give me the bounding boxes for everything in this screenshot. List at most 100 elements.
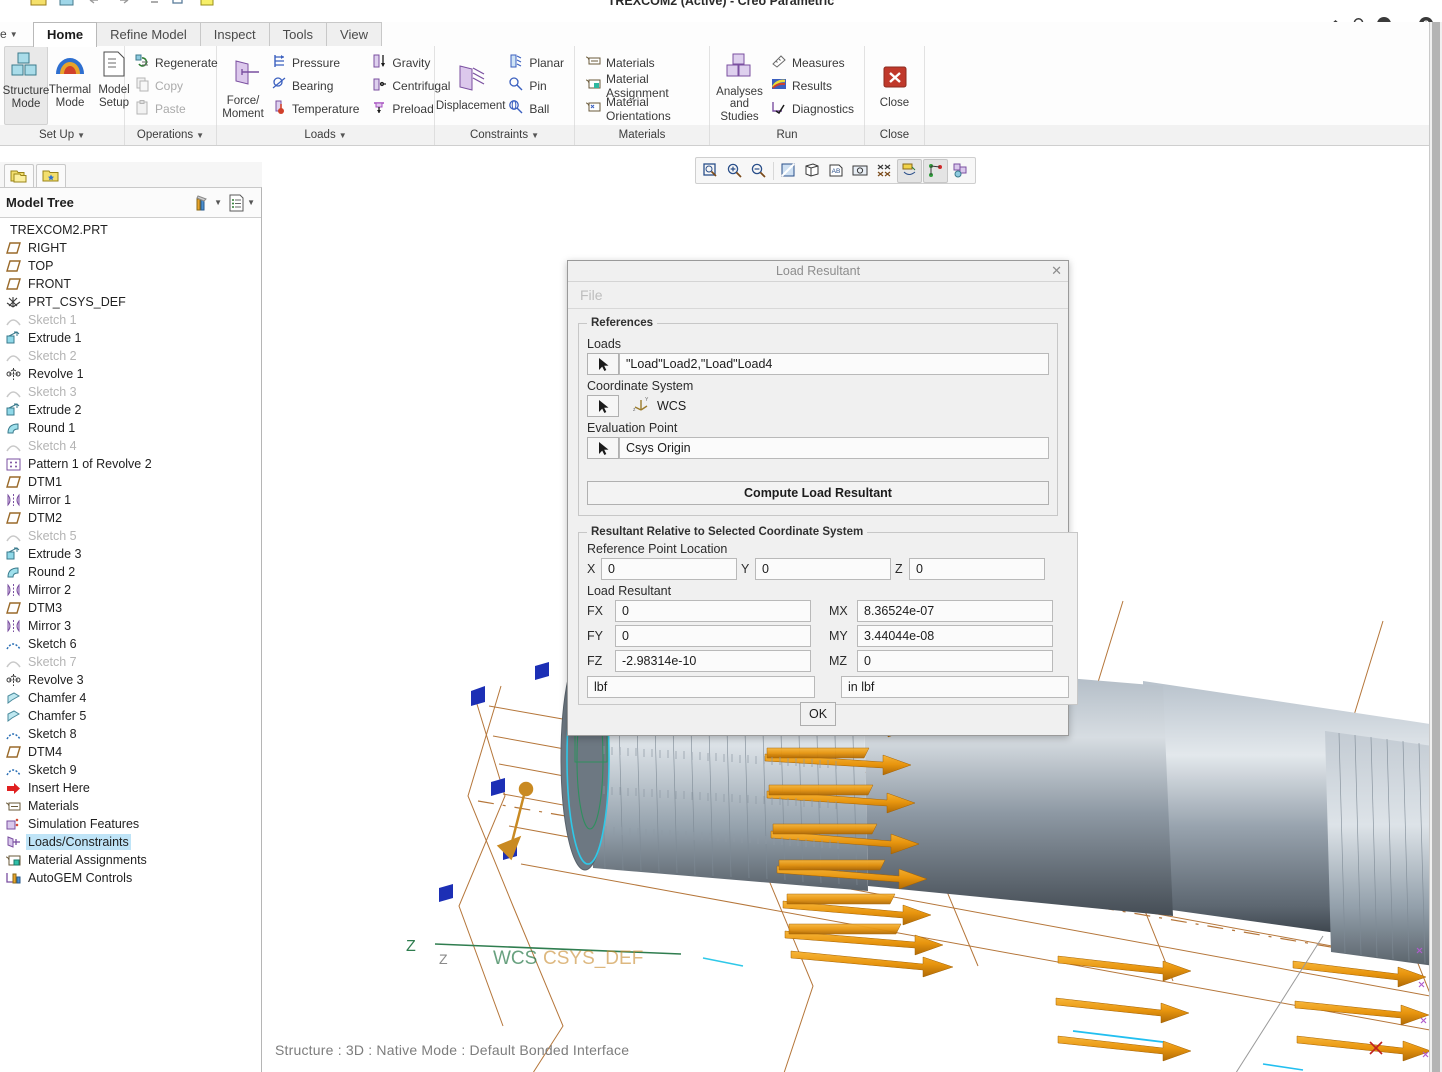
- model-tree-item-sketch-3[interactable]: Sketch 3: [4, 383, 261, 401]
- model-tree-item-round-2[interactable]: Round 2: [4, 563, 261, 581]
- copy-button[interactable]: Copy: [131, 74, 222, 97]
- redo-icon[interactable]: [114, 0, 132, 7]
- save-icon[interactable]: [58, 0, 76, 7]
- model-tree-item-round-1[interactable]: Round 1: [4, 419, 261, 437]
- folder-browser-tab[interactable]: [36, 164, 66, 187]
- ribbon-tab-tools[interactable]: Tools: [268, 22, 328, 46]
- thermal-mode-button[interactable]: Thermal Mode: [48, 46, 92, 125]
- bearing-button[interactable]: Bearing: [267, 74, 363, 97]
- model-tree-item-sketch-1[interactable]: Sketch 1: [4, 311, 261, 329]
- analyses-and-studies-button[interactable]: Analyses and Studies: [714, 46, 765, 125]
- undo-icon[interactable]: [86, 0, 104, 7]
- model-tree-item-revolve-3[interactable]: Revolve 3: [4, 671, 261, 689]
- model-tree-item-sketch-6[interactable]: Sketch 6: [4, 635, 261, 653]
- ref-x-input[interactable]: 0: [601, 558, 737, 580]
- file-menu-tab[interactable]: e ▼: [0, 24, 30, 44]
- saved-views-icon[interactable]: [849, 160, 872, 182]
- display-style-icon[interactable]: [801, 160, 824, 182]
- model-tree-item-chamfer-5[interactable]: Chamfer 5: [4, 707, 261, 725]
- model-tree-item-extrude-3[interactable]: Extrude 3: [4, 545, 261, 563]
- model-tree-item-trexcom2-prt[interactable]: TREXCOM2.PRT: [4, 221, 261, 239]
- tree-settings-button[interactable]: ▼: [228, 194, 255, 212]
- chevron-down-icon[interactable]: ▼: [196, 131, 204, 140]
- fy-input[interactable]: 0: [615, 625, 811, 647]
- temperature-button[interactable]: Temperature: [267, 97, 363, 120]
- ref-z-input[interactable]: 0: [909, 558, 1045, 580]
- model-tree-item-top[interactable]: TOP: [4, 257, 261, 275]
- fz-input[interactable]: -2.98314e-10: [615, 650, 811, 672]
- model-tree-item-dtm1[interactable]: DTM1: [4, 473, 261, 491]
- force-moment-button[interactable]: Force/ Moment: [221, 46, 265, 125]
- results-button[interactable]: Results: [767, 74, 858, 97]
- vertical-scrollbar[interactable]: [1429, 22, 1442, 1072]
- chevron-down-icon[interactable]: ▼: [339, 131, 347, 140]
- model-tree-item-right[interactable]: RIGHT: [4, 239, 261, 257]
- chevron-down-icon[interactable]: ▼: [226, 0, 244, 7]
- open-folder-icon[interactable]: [30, 0, 48, 7]
- note-icon[interactable]: [198, 0, 216, 7]
- model-tree-item-sketch-8[interactable]: Sketch 8: [4, 725, 261, 743]
- model-tree-item-sketch-5[interactable]: Sketch 5: [4, 527, 261, 545]
- ribbon-group-caption-operations[interactable]: Operations ▼: [125, 125, 217, 145]
- pin-button[interactable]: Pin: [504, 74, 568, 97]
- ball-button[interactable]: Ball: [504, 97, 568, 120]
- ribbon-tab-view[interactable]: View: [326, 22, 382, 46]
- ribbon-group-caption-constraints[interactable]: Constraints ▼: [435, 125, 575, 145]
- model-tree-item-simulation-features[interactable]: Simulation Features: [4, 815, 261, 833]
- window-icon[interactable]: [170, 0, 188, 7]
- measures-button[interactable]: Measures: [767, 51, 858, 74]
- model-tree-item-materials[interactable]: Materials: [4, 797, 261, 815]
- model-tree-item-mirror-1[interactable]: Mirror 1: [4, 491, 261, 509]
- regenerate-button[interactable]: Regenerate: [131, 51, 222, 74]
- mesh-display-icon[interactable]: [923, 158, 948, 183]
- model-tree-item-pattern-1-of-revolve-2[interactable]: Pattern 1 of Revolve 2: [4, 455, 261, 473]
- model-tree-item-dtm3[interactable]: DTM3: [4, 599, 261, 617]
- model-tree-tab[interactable]: [4, 164, 34, 187]
- ribbon-tab-refine-model[interactable]: Refine Model: [96, 22, 201, 46]
- chevron-down-icon[interactable]: ▼: [531, 131, 539, 140]
- model-tree-item-dtm4[interactable]: DTM4: [4, 743, 261, 761]
- evaluation-point-input[interactable]: Csys Origin: [619, 437, 1049, 459]
- refit-icon[interactable]: [699, 160, 722, 182]
- evaluation-point-select-button[interactable]: [587, 437, 619, 459]
- model-tree-item-extrude-1[interactable]: Extrude 1: [4, 329, 261, 347]
- mx-input[interactable]: 8.36524e-07: [857, 600, 1053, 622]
- structure-mode-button[interactable]: Structure Mode: [3, 46, 49, 125]
- model-tree-item-mirror-3[interactable]: Mirror 3: [4, 617, 261, 635]
- model-tree-item-sketch-9[interactable]: Sketch 9: [4, 761, 261, 779]
- model-tree-item-autogem-controls[interactable]: AutoGEM Controls: [4, 869, 261, 887]
- pressure-button[interactable]: Pressure: [267, 51, 363, 74]
- ribbon-tab-home[interactable]: Home: [33, 22, 98, 47]
- model-tree-item-extrude-2[interactable]: Extrude 2: [4, 401, 261, 419]
- model-tree-item-sketch-7[interactable]: Sketch 7: [4, 653, 261, 671]
- model-tree-item-revolve-1[interactable]: Revolve 1: [4, 365, 261, 383]
- model-tree-item-sketch-2[interactable]: Sketch 2: [4, 347, 261, 365]
- datum-off-icon[interactable]: [873, 160, 896, 182]
- my-input[interactable]: 3.44044e-08: [857, 625, 1053, 647]
- compute-load-resultant-button[interactable]: Compute Load Resultant: [587, 481, 1049, 505]
- close-icon[interactable]: ✕: [1051, 263, 1062, 279]
- ribbon-tab-inspect[interactable]: Inspect: [199, 22, 270, 46]
- ref-y-input[interactable]: 0: [755, 558, 891, 580]
- displacement-button[interactable]: Displacement: [436, 46, 506, 125]
- datum-display-icon[interactable]: AB: [825, 160, 848, 182]
- coordinate-system-select-button[interactable]: [587, 395, 619, 417]
- tree-filters-button[interactable]: ▼: [194, 194, 222, 212]
- model-tree-item-front[interactable]: FRONT: [4, 275, 261, 293]
- fx-input[interactable]: 0: [615, 600, 811, 622]
- chevron-down-icon[interactable]: ▼: [77, 131, 85, 140]
- scrollbar-thumb[interactable]: [1432, 22, 1440, 1072]
- model-tree-item-mirror-2[interactable]: Mirror 2: [4, 581, 261, 599]
- zoom-in-icon[interactable]: [723, 160, 746, 182]
- loads-select-button[interactable]: [587, 353, 619, 375]
- model-tree-item-material-assignments[interactable]: Material Assignments: [4, 851, 261, 869]
- material-orientations-button[interactable]: Material Orientations: [581, 95, 703, 123]
- model-tree-item-loads-constraints[interactable]: Loads/Constraints: [4, 833, 261, 851]
- simulation-display-icon[interactable]: [897, 158, 922, 183]
- repaint-icon[interactable]: [777, 160, 800, 182]
- model-tree-item-chamfer-4[interactable]: Chamfer 4: [4, 689, 261, 707]
- ribbon-group-caption-set-up[interactable]: Set Up ▼: [0, 125, 125, 145]
- close-button[interactable]: Close: [869, 46, 920, 125]
- regenerate-list-icon[interactable]: [142, 0, 160, 7]
- chevron-down-icon[interactable]: ▼: [247, 198, 255, 207]
